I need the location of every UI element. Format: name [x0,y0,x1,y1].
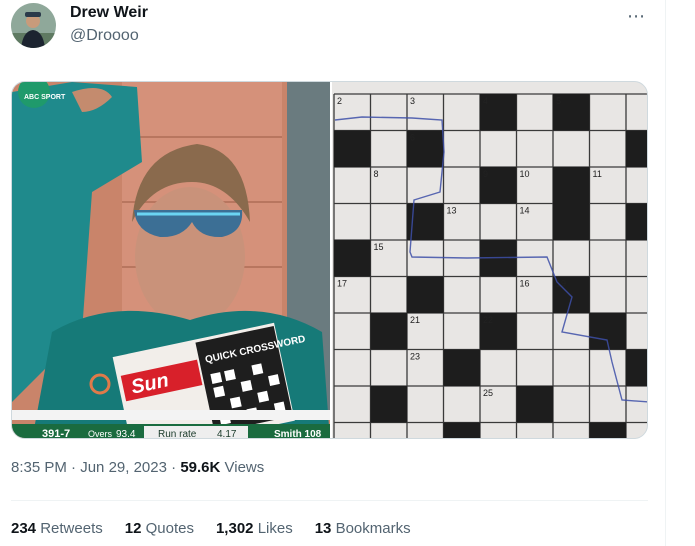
crossword-number: 6 [410,133,415,143]
engagement-stats: 234 Retweets 12 Quotes 1,302 Likes 13 Bo… [11,520,411,537]
crossword-number: 4 [483,96,488,106]
crossword-number: 2 [337,96,342,106]
crossword-number: 15 [374,242,384,252]
run-rate-label: Run rate [158,429,197,439]
crossword-photo: 2 3 4 568 9 10 1113 14151617 1921 222325 [332,82,647,438]
meta-separator-2: · [171,459,177,476]
tweet-time[interactable]: 8:35 PM [11,459,67,476]
stats-divider [11,500,648,501]
crossword-number: 21 [410,315,420,325]
crossword-number: 19 [556,279,566,289]
crossword-number: 14 [520,206,530,216]
column-divider [665,0,666,546]
quotes-stat[interactable]: 12 Quotes [125,520,194,537]
crossword-number: 25 [483,388,493,398]
crossword-number: 22 [483,315,493,325]
overs-value: 93.4 [116,429,136,439]
avatar[interactable] [11,3,56,48]
quotes-count: 12 [124,520,142,537]
likes-stat[interactable]: 1,302 Likes [216,520,293,537]
crossword-number: 16 [520,279,530,289]
crossword-number: 8 [374,169,379,179]
tweet-date[interactable]: Jun 29, 2023 [80,459,167,476]
views-label: Views [224,459,265,476]
crossword-number: 5 [556,96,561,106]
retweets-count: 234 [11,520,37,537]
retweets-label: Retweets [40,520,103,537]
likes-count: 1,302 [215,520,254,537]
score: 391-7 [42,428,70,439]
author-handle[interactable]: @Droooo [70,27,139,45]
quotes-label: Quotes [145,520,194,537]
bookmarks-label: Bookmarks [335,520,411,537]
crossword-number: 17 [337,279,347,289]
crossword-number: 13 [447,206,457,216]
crossword-number: 9 [483,169,488,179]
more-options-icon[interactable]: ⋯ [627,6,646,27]
tweet-meta: 8:35 PM · Jun 29, 2023 · 59.6K Views [11,459,264,476]
crossword-number: 11 [593,169,602,179]
meta-separator: · [71,459,77,476]
broadcast-photo: Sun QUICK CROSSWORD ABC SPORT 391-7 Over… [12,82,330,439]
crossword-number: 23 [410,352,420,362]
author-name[interactable]: Drew Weir [70,4,148,22]
views-count[interactable]: 59.6K [180,459,220,476]
broadcast-logo: ABC SPORT [24,94,66,101]
bookmarks-count: 13 [314,520,332,537]
bookmarks-stat[interactable]: 13 Bookmarks [315,520,411,537]
likes-label: Likes [257,520,293,537]
batter-score: Smith 108 [274,429,322,439]
crossword-number: 3 [410,96,415,106]
tweet-image[interactable]: Sun QUICK CROSSWORD ABC SPORT 391-7 Over… [11,81,648,439]
run-rate-value: 4.17 [217,429,237,439]
overs-label: Overs [88,429,113,439]
crossword-number: 10 [520,169,530,179]
retweets-stat[interactable]: 234 Retweets [11,520,103,537]
